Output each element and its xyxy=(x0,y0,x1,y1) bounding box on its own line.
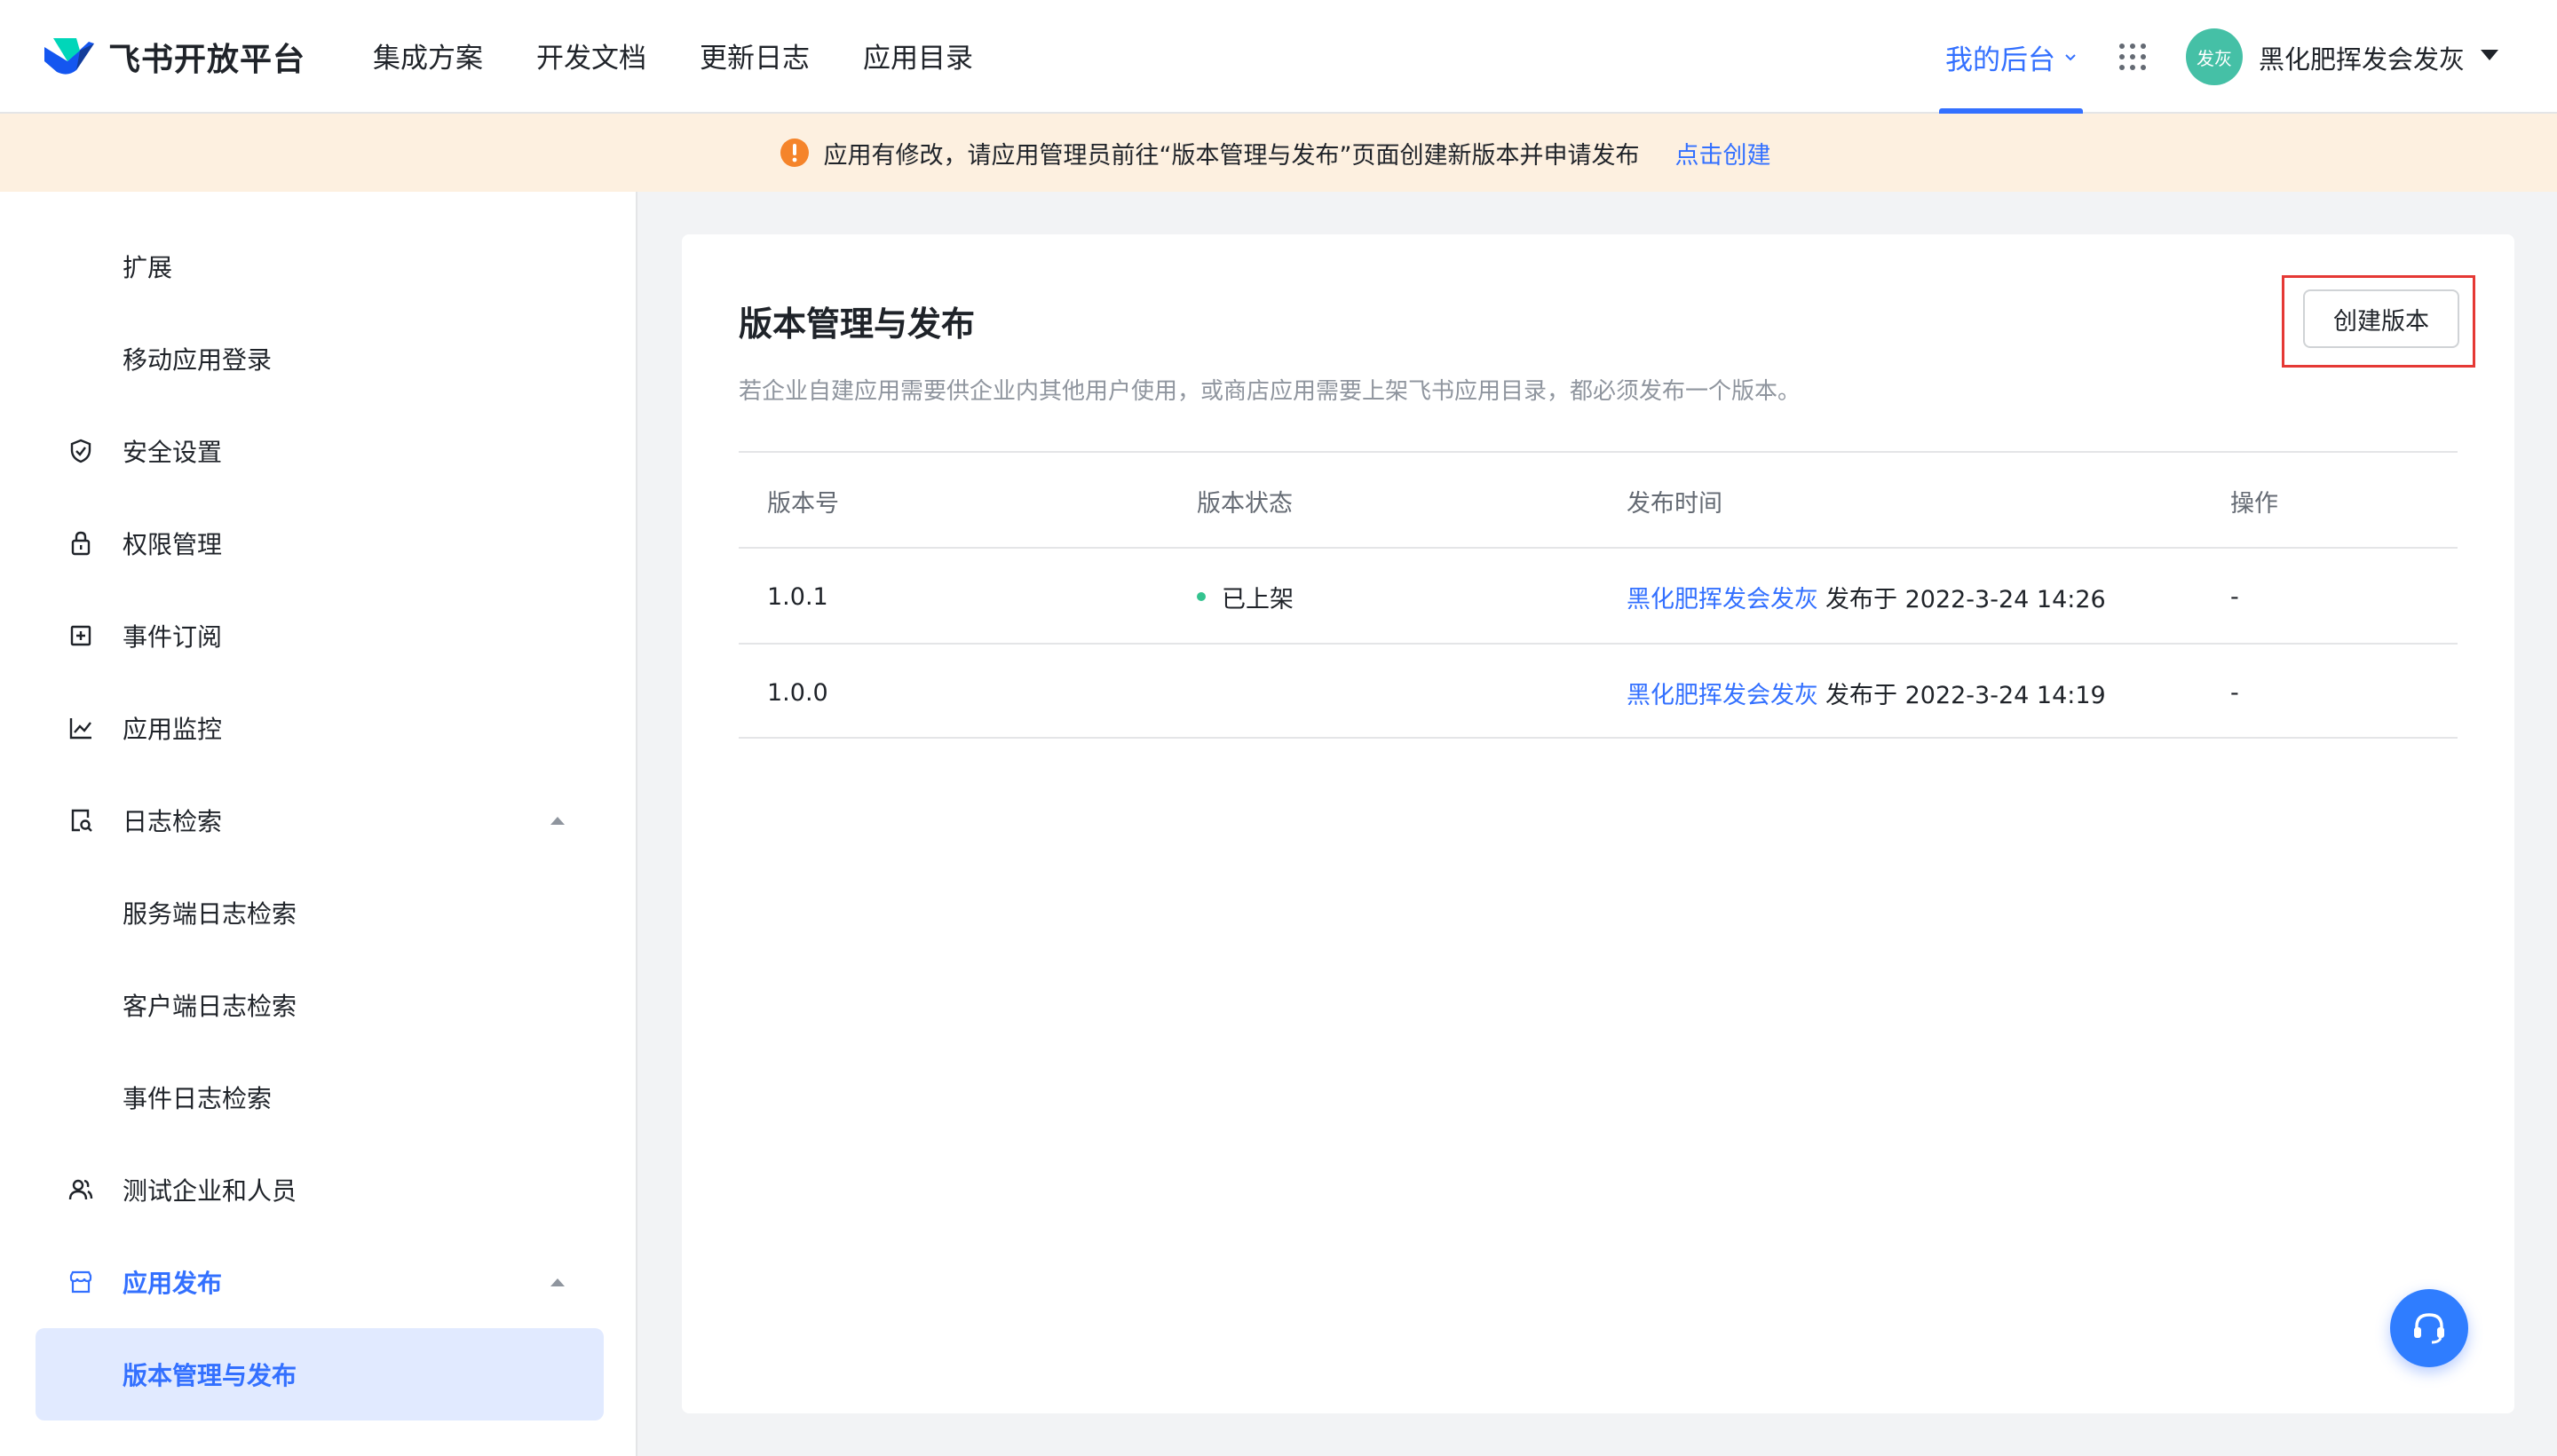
sidebar-item-permissions[interactable]: 权限管理 xyxy=(0,517,637,570)
page-title: 版本管理与发布 xyxy=(739,305,976,344)
log-search-icon xyxy=(71,809,92,832)
sidebar-item-label: 日志检索 xyxy=(123,807,223,836)
nav-app-directory[interactable]: 应用目录 xyxy=(863,36,973,75)
sidebar-item-event-log-search[interactable]: 事件日志检索 xyxy=(0,1071,637,1124)
sidebar-item-label: 应用发布 xyxy=(123,1269,223,1298)
sidebar-item-label: 事件订阅 xyxy=(123,622,223,652)
plus-square-icon xyxy=(70,625,91,646)
column-header-version: 版本号 xyxy=(767,489,839,518)
publisher-link[interactable]: 黑化肥挥发会发灰 xyxy=(1627,580,1818,614)
version-management-card: 版本管理与发布 若企业自建应用需要供企业内其他用户使用，或商店应用需要上架飞书应… xyxy=(682,234,2514,1413)
sidebar-item-label: 事件日志检索 xyxy=(123,1084,273,1113)
version-number: 1.0.0 xyxy=(767,678,828,707)
sidebar-item-label: 版本管理与发布 xyxy=(123,1361,297,1390)
shield-icon xyxy=(70,439,91,463)
sidebar-item-label: 扩展 xyxy=(123,253,173,282)
sidebar-item-label: 安全设置 xyxy=(123,438,223,467)
sidebar-item-client-log-search[interactable]: 客户端日志检索 xyxy=(0,978,637,1032)
version-number: 1.0.1 xyxy=(767,582,828,611)
chevron-down-icon xyxy=(2065,54,2076,61)
sidebar-item-label: 权限管理 xyxy=(123,530,223,559)
banner-message: 应用有修改，请应用管理员前往“版本管理与发布”页面创建新版本并申请发布 xyxy=(823,141,1640,170)
sidebar-group-app-release[interactable]: 应用发布 xyxy=(0,1255,637,1309)
caret-up-icon xyxy=(550,817,565,825)
column-header-publish-time: 发布时间 xyxy=(1627,489,1722,518)
row-action: - xyxy=(2230,582,2239,611)
caret-down-icon[interactable] xyxy=(2481,50,2498,62)
users-icon xyxy=(68,1179,93,1200)
nav-integration-solutions[interactable]: 集成方案 xyxy=(373,36,483,75)
customer-service-button[interactable] xyxy=(2390,1289,2468,1367)
sidebar-item-label: 测试企业和人员 xyxy=(123,1176,297,1206)
top-navigation-bar: 飞书开放平台 集成方案 开发文档 更新日志 应用目录 我的后台 发灰 黑化肥挥发… xyxy=(0,0,2557,114)
publish-time-text: 发布于 2022-3-24 14:19 xyxy=(1825,681,2106,709)
app-grid-icon[interactable] xyxy=(2117,41,2149,73)
page-description: 若企业自建应用需要供企业内其他用户使用，或商店应用需要上架飞书应用目录，都必须发… xyxy=(739,378,1801,405)
my-console-label: 我的后台 xyxy=(1945,44,2055,76)
sidebar-item-event-subscription[interactable]: 事件订阅 xyxy=(0,609,637,662)
sidebar-item-version-management[interactable]: 版本管理与发布 xyxy=(36,1328,604,1420)
publish-time: 黑化肥挥发会发灰 发布于 2022-3-24 14:19 xyxy=(1627,645,2106,740)
sidebar-item-security[interactable]: 安全设置 xyxy=(0,424,637,478)
create-version-button[interactable]: 创建版本 xyxy=(2303,289,2459,348)
sidebar-item-server-log-search[interactable]: 服务端日志检索 xyxy=(0,886,637,939)
feishu-logo-icon xyxy=(44,38,94,75)
column-header-actions: 操作 xyxy=(2230,489,2278,518)
status-dot-icon xyxy=(1197,592,1206,601)
my-console-menu[interactable]: 我的后台 xyxy=(1939,0,2083,114)
notice-banner: 应用有修改，请应用管理员前往“版本管理与发布”页面创建新版本并申请发布 点击创建 xyxy=(0,114,2557,192)
avatar[interactable]: 发灰 xyxy=(2186,28,2243,85)
table-row: 1.0.0 黑化肥挥发会发灰 发布于 2022-3-24 14:19 - xyxy=(739,643,2458,739)
caret-up-icon xyxy=(550,1278,565,1286)
row-action: - xyxy=(2230,678,2239,707)
sidebar: 扩展 移动应用登录 安全设置 权限管理 事件订阅 应用监控 日志检索 服务端日志… xyxy=(0,192,637,1456)
sidebar-item-test-users[interactable]: 测试企业和人员 xyxy=(0,1163,637,1216)
brand[interactable]: 飞书开放平台 xyxy=(41,30,305,83)
sidebar-item-app-monitoring[interactable]: 应用监控 xyxy=(0,701,637,755)
banner-create-link[interactable]: 点击创建 xyxy=(1674,136,1770,170)
table-row: 1.0.1 已上架 黑化肥挥发会发灰 发布于 2022-3-24 14:26 - xyxy=(739,547,2458,643)
user-name[interactable]: 黑化肥挥发会发灰 xyxy=(2259,39,2465,76)
sidebar-item-mobile-login[interactable]: 移动应用登录 xyxy=(0,332,637,385)
publish-time: 黑化肥挥发会发灰 发布于 2022-3-24 14:26 xyxy=(1627,549,2106,645)
version-status: 已上架 xyxy=(1197,549,1294,645)
sidebar-item-label: 客户端日志检索 xyxy=(123,992,297,1021)
headset-icon xyxy=(2414,1313,2444,1344)
column-header-status: 版本状态 xyxy=(1197,489,1293,518)
version-table: 版本号 版本状态 发布时间 操作 1.0.1 已上架 黑化肥挥发会发灰 发布于 … xyxy=(739,451,2458,739)
publisher-link[interactable]: 黑化肥挥发会发灰 xyxy=(1627,676,1818,710)
nav-dev-docs[interactable]: 开发文档 xyxy=(536,36,646,75)
sidebar-item-label: 移动应用登录 xyxy=(123,345,273,375)
sidebar-item-extensions[interactable]: 扩展 xyxy=(0,240,637,293)
warning-icon xyxy=(780,138,809,167)
sidebar-group-log-search[interactable]: 日志检索 xyxy=(0,794,637,847)
table-header-row: 版本号 版本状态 发布时间 操作 xyxy=(739,451,2458,547)
status-label: 已上架 xyxy=(1222,585,1294,613)
sidebar-item-label: 应用监控 xyxy=(123,715,223,744)
publish-time-text: 发布于 2022-3-24 14:26 xyxy=(1825,585,2106,613)
lock-icon xyxy=(71,531,91,556)
sidebar-item-label: 服务端日志检索 xyxy=(123,899,297,929)
store-icon xyxy=(69,1270,92,1294)
brand-name: 飞书开放平台 xyxy=(108,42,306,78)
nav-changelog[interactable]: 更新日志 xyxy=(700,36,810,75)
line-chart-icon xyxy=(69,718,91,740)
